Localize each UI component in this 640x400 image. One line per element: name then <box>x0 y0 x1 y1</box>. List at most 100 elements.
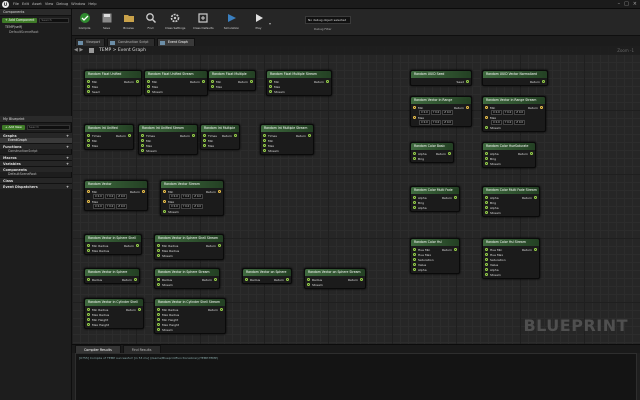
blueprint-node[interactable]: Random Vector on Sphere Stream Return Radi… <box>304 268 366 289</box>
blueprint-node[interactable]: Random Int Multiple Stream Return Times Min… <box>260 124 314 155</box>
section-event-dispatchers[interactable]: Event Dispatchers + <box>0 183 72 189</box>
menu-asset[interactable]: Asset <box>32 1 42 8</box>
pin-icon[interactable] <box>136 80 139 83</box>
pin-icon[interactable] <box>220 308 223 311</box>
pin-icon[interactable] <box>485 162 488 165</box>
pin-icon[interactable] <box>211 85 214 88</box>
vector-component-input[interactable]: Y 0.0 <box>430 110 442 115</box>
component-item-default-scene-root[interactable]: DefaultSceneRoot <box>0 30 71 35</box>
minimize-icon[interactable]: – <box>618 1 621 8</box>
output-pin[interactable]: Return <box>518 151 533 156</box>
output-pin[interactable]: Return <box>202 277 217 282</box>
input-pin[interactable]: Stream <box>307 282 363 287</box>
blueprint-node[interactable]: Random Vector in Range Return Min X 0.0 Y 0.… <box>410 96 472 127</box>
vector-component-input[interactable]: X 0.0 <box>491 110 502 115</box>
nav-arrows-icon[interactable]: ◀ ▶ <box>74 47 83 54</box>
output-pin[interactable]: Return <box>208 307 223 312</box>
vector-component-input[interactable]: Z 0.0 <box>514 120 526 125</box>
pin-icon[interactable] <box>141 139 144 142</box>
vector-component-input[interactable]: X 0.0 <box>93 194 104 199</box>
vector-component-input[interactable]: Z 0.0 <box>116 194 128 199</box>
blueprint-node[interactable]: Random Vector on Sphere Return Radius <box>242 268 292 284</box>
pin-icon[interactable] <box>307 283 310 286</box>
pin-icon[interactable] <box>138 308 141 311</box>
vector-component-input[interactable]: X 0.0 <box>169 194 180 199</box>
pin-icon[interactable] <box>413 106 416 109</box>
pin-icon[interactable] <box>141 149 144 152</box>
output-pin[interactable]: Return <box>180 133 195 138</box>
pin-icon[interactable] <box>413 116 416 119</box>
pin-icon[interactable] <box>147 85 150 88</box>
pin-icon[interactable] <box>485 263 488 266</box>
vector-component-input[interactable]: Z 0.0 <box>514 110 526 115</box>
blueprint-node[interactable]: Random Vector Stream Return Min X 0.0 Y 0.0 Z… <box>160 180 224 216</box>
save-button[interactable]: Save <box>97 12 116 34</box>
blueprint-node[interactable]: Random Int Unified Return Times Min Max <box>84 124 134 150</box>
blueprint-node[interactable]: Random Color HueSaturate Return Alpha Brig S… <box>482 142 536 168</box>
blueprint-node[interactable]: Random Color Multi Fade Stream Return Alph… <box>482 186 540 217</box>
menu-help[interactable]: Help <box>88 1 96 8</box>
pin-icon[interactable] <box>157 278 160 281</box>
output-pin[interactable]: Return <box>238 79 253 84</box>
pin-icon[interactable] <box>157 244 160 247</box>
blueprint-node[interactable]: Random Color Multi Fade Return Alpha Brig Al… <box>410 186 460 212</box>
pin-icon[interactable] <box>147 90 150 93</box>
input-pin[interactable]: Stream <box>157 253 221 258</box>
class-settings-button[interactable]: Class Settings <box>165 12 185 34</box>
tab-find-results[interactable]: Find Results <box>122 345 161 353</box>
input-pin[interactable]: Alpha <box>413 205 457 210</box>
pin-icon[interactable] <box>211 80 214 83</box>
browse-button[interactable]: Browse <box>119 12 138 34</box>
pin-icon[interactable] <box>485 152 488 155</box>
add-icon[interactable]: + <box>66 144 69 149</box>
menu-window[interactable]: Window <box>71 1 85 8</box>
pin-icon[interactable] <box>142 190 145 193</box>
pin-icon[interactable] <box>413 157 416 160</box>
pin-icon[interactable] <box>87 308 90 311</box>
pin-icon[interactable] <box>307 278 310 281</box>
input-pin[interactable]: Alpha <box>413 267 457 272</box>
vector-component-input[interactable]: Z 0.0 <box>442 120 454 125</box>
output-pin[interactable]: Return <box>206 189 221 194</box>
blueprint-node[interactable]: Random Color Basic Return Alpha Brig <box>410 142 454 163</box>
pin-icon[interactable] <box>87 134 90 137</box>
blueprint-node[interactable]: Random Vector Return Min X 0.0 Y 0.0 Z 0.0 Max… <box>84 180 148 211</box>
pin-icon[interactable] <box>87 85 90 88</box>
pin-icon[interactable] <box>163 190 166 193</box>
add-component-button[interactable]: + Add Component <box>2 18 38 23</box>
input-pin[interactable]: Stream <box>485 272 537 277</box>
pin-icon[interactable] <box>218 244 221 247</box>
output-pin[interactable]: Return <box>530 79 545 84</box>
output-pin[interactable]: Return <box>124 243 139 248</box>
pin-icon[interactable] <box>87 313 90 316</box>
pin-icon[interactable] <box>157 323 160 326</box>
pin-icon[interactable] <box>157 308 160 311</box>
output-pin[interactable]: Return <box>348 277 363 282</box>
pin-icon[interactable] <box>466 80 469 83</box>
my-blueprint-tab[interactable]: My Blueprint <box>0 116 72 123</box>
input-pin[interactable]: Stream <box>157 282 217 287</box>
pin-icon[interactable] <box>413 196 416 199</box>
pin-icon[interactable] <box>485 196 488 199</box>
pin-icon[interactable] <box>192 134 195 137</box>
input-pin[interactable]: Max <box>211 84 253 89</box>
pin-icon[interactable] <box>87 318 90 321</box>
pin-icon[interactable] <box>534 248 537 251</box>
pin-icon[interactable] <box>413 263 416 266</box>
blueprint-node[interactable]: Random Vector in Sphere Shell Stream Retu… <box>154 234 224 260</box>
add-icon[interactable]: + <box>66 155 69 160</box>
pin-icon[interactable] <box>448 152 451 155</box>
blueprint-node[interactable]: Random Int Unified Stream Return Times Min M… <box>138 124 198 155</box>
pin-icon[interactable] <box>485 116 488 119</box>
pin-icon[interactable] <box>87 139 90 142</box>
pin-icon[interactable] <box>147 80 150 83</box>
pin-icon[interactable] <box>214 278 217 281</box>
vector-component-input[interactable]: Y 0.0 <box>180 204 192 209</box>
output-pin[interactable]: Return <box>296 133 311 138</box>
output-pin[interactable]: Return <box>124 79 139 84</box>
components-search-input[interactable]: Search <box>39 18 69 23</box>
menu-view[interactable]: View <box>45 1 54 8</box>
pin-icon[interactable] <box>269 85 272 88</box>
pin-icon[interactable] <box>413 248 416 251</box>
pin-icon[interactable] <box>136 244 139 247</box>
